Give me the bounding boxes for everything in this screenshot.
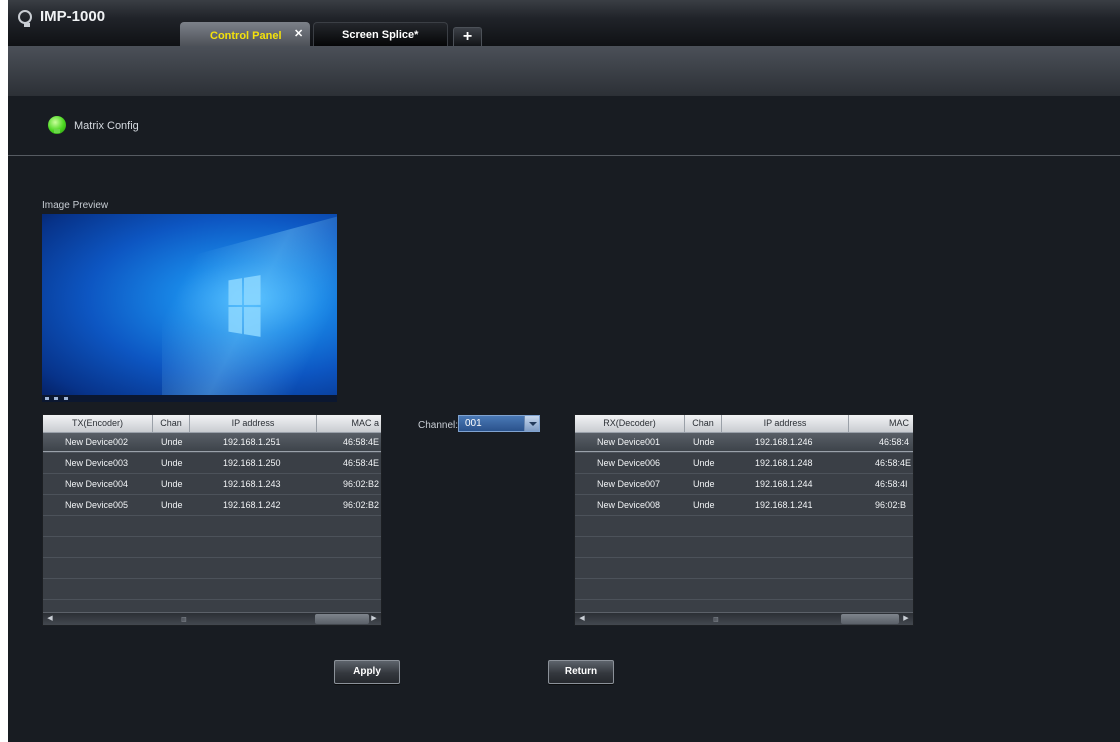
tx-col-ip[interactable]: IP address	[190, 415, 317, 432]
table-row[interactable]: New Device007 Unde 192.168.1.244 46:58:4…	[575, 474, 913, 495]
tx-cell-ip: 192.168.1.251	[223, 437, 281, 447]
empty-row	[575, 537, 913, 558]
rx-col-chan[interactable]: Chan	[685, 415, 722, 432]
rx-col-mac[interactable]: MAC	[849, 415, 913, 432]
app-logo-icon	[18, 10, 32, 27]
channel-select[interactable]: 001	[458, 415, 540, 432]
table-row[interactable]: New Device002 Unde 192.168.1.251 46:58:4…	[43, 432, 381, 453]
rx-cell-name: New Device008	[597, 500, 661, 510]
toolbar	[8, 46, 1120, 96]
title-bar: IMP-1000 Control Panel ✕ Screen Splice* …	[8, 0, 1120, 46]
tab-screen-splice-label: Screen Splice*	[342, 29, 419, 41]
tab-control-panel[interactable]: Control Panel ✕	[180, 22, 310, 46]
empty-row	[43, 516, 381, 537]
tx-cell-name: New Device002	[65, 437, 129, 447]
scroll-right-icon[interactable]: ▶	[368, 614, 380, 624]
empty-row	[575, 558, 913, 579]
image-preview	[42, 214, 337, 402]
rx-cell-name: New Device006	[597, 458, 661, 468]
tx-cell-name: New Device004	[65, 479, 129, 489]
rx-col-name[interactable]: RX(Decoder)	[575, 415, 685, 432]
table-row[interactable]: New Device003 Unde 192.168.1.250 46:58:4…	[43, 453, 381, 474]
rx-decoder-table[interactable]: RX(Decoder) Chan IP address MAC New Devi…	[574, 414, 914, 626]
tx-cell-chan: Unde	[161, 437, 183, 447]
empty-row	[575, 516, 913, 537]
tab-control-panel-label: Control Panel	[210, 30, 282, 42]
rx-cell-chan: Unde	[693, 479, 715, 489]
table-row[interactable]: New Device005 Unde 192.168.1.242 96:02:B…	[43, 495, 381, 516]
scroll-grip-icon: ▥	[181, 617, 187, 623]
app-window: IMP-1000 Control Panel ✕ Screen Splice* …	[8, 0, 1120, 742]
apply-button[interactable]: Apply	[334, 660, 400, 684]
tx-cell-name: New Device003	[65, 458, 129, 468]
tx-cell-chan: Unde	[161, 500, 183, 510]
channel-label: Channel:	[418, 420, 459, 431]
table-row[interactable]: New Device001 Unde 192.168.1.246 46:58:4	[575, 432, 913, 453]
rx-cell-mac: 46:58:4I	[875, 479, 908, 489]
tx-cell-mac: 96:02:B2	[343, 479, 380, 489]
empty-row	[43, 579, 381, 600]
table-row[interactable]: New Device006 Unde 192.168.1.248 46:58:4…	[575, 453, 913, 474]
empty-row	[43, 558, 381, 579]
rx-cell-ip: 192.168.1.248	[755, 458, 813, 468]
tx-col-name[interactable]: TX(Encoder)	[43, 415, 153, 432]
rx-cell-ip: 192.168.1.241	[755, 500, 813, 510]
rx-cell-ip: 192.168.1.244	[755, 479, 813, 489]
tx-cell-ip: 192.168.1.243	[223, 479, 281, 489]
tab-screen-splice[interactable]: Screen Splice*	[313, 22, 448, 46]
tx-col-chan[interactable]: Chan	[153, 415, 190, 432]
rx-horizontal-scrollbar[interactable]: ◀ ▥ ▶	[575, 612, 913, 625]
tx-col-mac[interactable]: MAC a	[317, 415, 381, 432]
scroll-left-icon[interactable]: ◀	[576, 614, 588, 624]
add-tab-button[interactable]: +	[453, 27, 482, 46]
tx-cell-chan: Unde	[161, 458, 183, 468]
tx-table-body: New Device002 Unde 192.168.1.251 46:58:4…	[43, 432, 381, 621]
preview-taskbar	[42, 395, 337, 402]
rx-cell-name: New Device007	[597, 479, 661, 489]
image-preview-label: Image Preview	[42, 200, 109, 211]
tx-horizontal-scrollbar[interactable]: ◀ ▥ ▶	[43, 612, 381, 625]
scroll-grip-icon: ▥	[713, 617, 719, 623]
scroll-thumb[interactable]	[315, 614, 369, 624]
rx-cell-chan: Unde	[693, 437, 715, 447]
rx-cell-mac: 96:02:B	[875, 500, 907, 510]
rx-table-header: RX(Decoder) Chan IP address MAC	[575, 415, 913, 432]
empty-row	[43, 537, 381, 558]
rx-cell-mac: 46:58:4E	[875, 458, 912, 468]
chevron-down-icon[interactable]	[524, 416, 539, 431]
rx-cell-chan: Unde	[693, 500, 715, 510]
tx-table-header: TX(Encoder) Chan IP address MAC a	[43, 415, 381, 432]
scroll-left-icon[interactable]: ◀	[44, 614, 56, 624]
return-button[interactable]: Return	[548, 660, 614, 684]
rx-cell-name: New Device001	[597, 437, 661, 447]
tx-cell-mac: 46:58:4E	[343, 458, 380, 468]
plus-icon: +	[462, 28, 473, 45]
tx-cell-ip: 192.168.1.242	[223, 500, 281, 510]
scroll-right-icon[interactable]: ▶	[900, 614, 912, 624]
channel-value: 001	[465, 418, 482, 429]
rx-cell-mac: 46:58:4	[879, 437, 910, 447]
green-dot-icon	[48, 116, 66, 134]
rx-table-body: New Device001 Unde 192.168.1.246 46:58:4…	[575, 432, 913, 621]
empty-row	[575, 579, 913, 600]
rx-cell-ip: 192.168.1.246	[755, 437, 813, 447]
windows-logo-icon	[228, 275, 261, 337]
close-icon[interactable]: ✕	[294, 27, 303, 40]
divider	[8, 155, 1120, 156]
tx-cell-ip: 192.168.1.250	[223, 458, 281, 468]
tx-cell-name: New Device005	[65, 500, 129, 510]
tx-cell-mac: 46:58:4E	[343, 437, 380, 447]
app-title: IMP-1000	[40, 8, 106, 25]
section-title: Matrix Config	[74, 120, 139, 132]
rx-col-ip[interactable]: IP address	[722, 415, 849, 432]
tx-encoder-table[interactable]: TX(Encoder) Chan IP address MAC a New De…	[42, 414, 382, 626]
rx-cell-chan: Unde	[693, 458, 715, 468]
scroll-thumb[interactable]	[841, 614, 899, 624]
tx-cell-chan: Unde	[161, 479, 183, 489]
tx-cell-mac: 96:02:B2	[343, 500, 380, 510]
table-row[interactable]: New Device004 Unde 192.168.1.243 96:02:B…	[43, 474, 381, 495]
table-row[interactable]: New Device008 Unde 192.168.1.241 96:02:B	[575, 495, 913, 516]
